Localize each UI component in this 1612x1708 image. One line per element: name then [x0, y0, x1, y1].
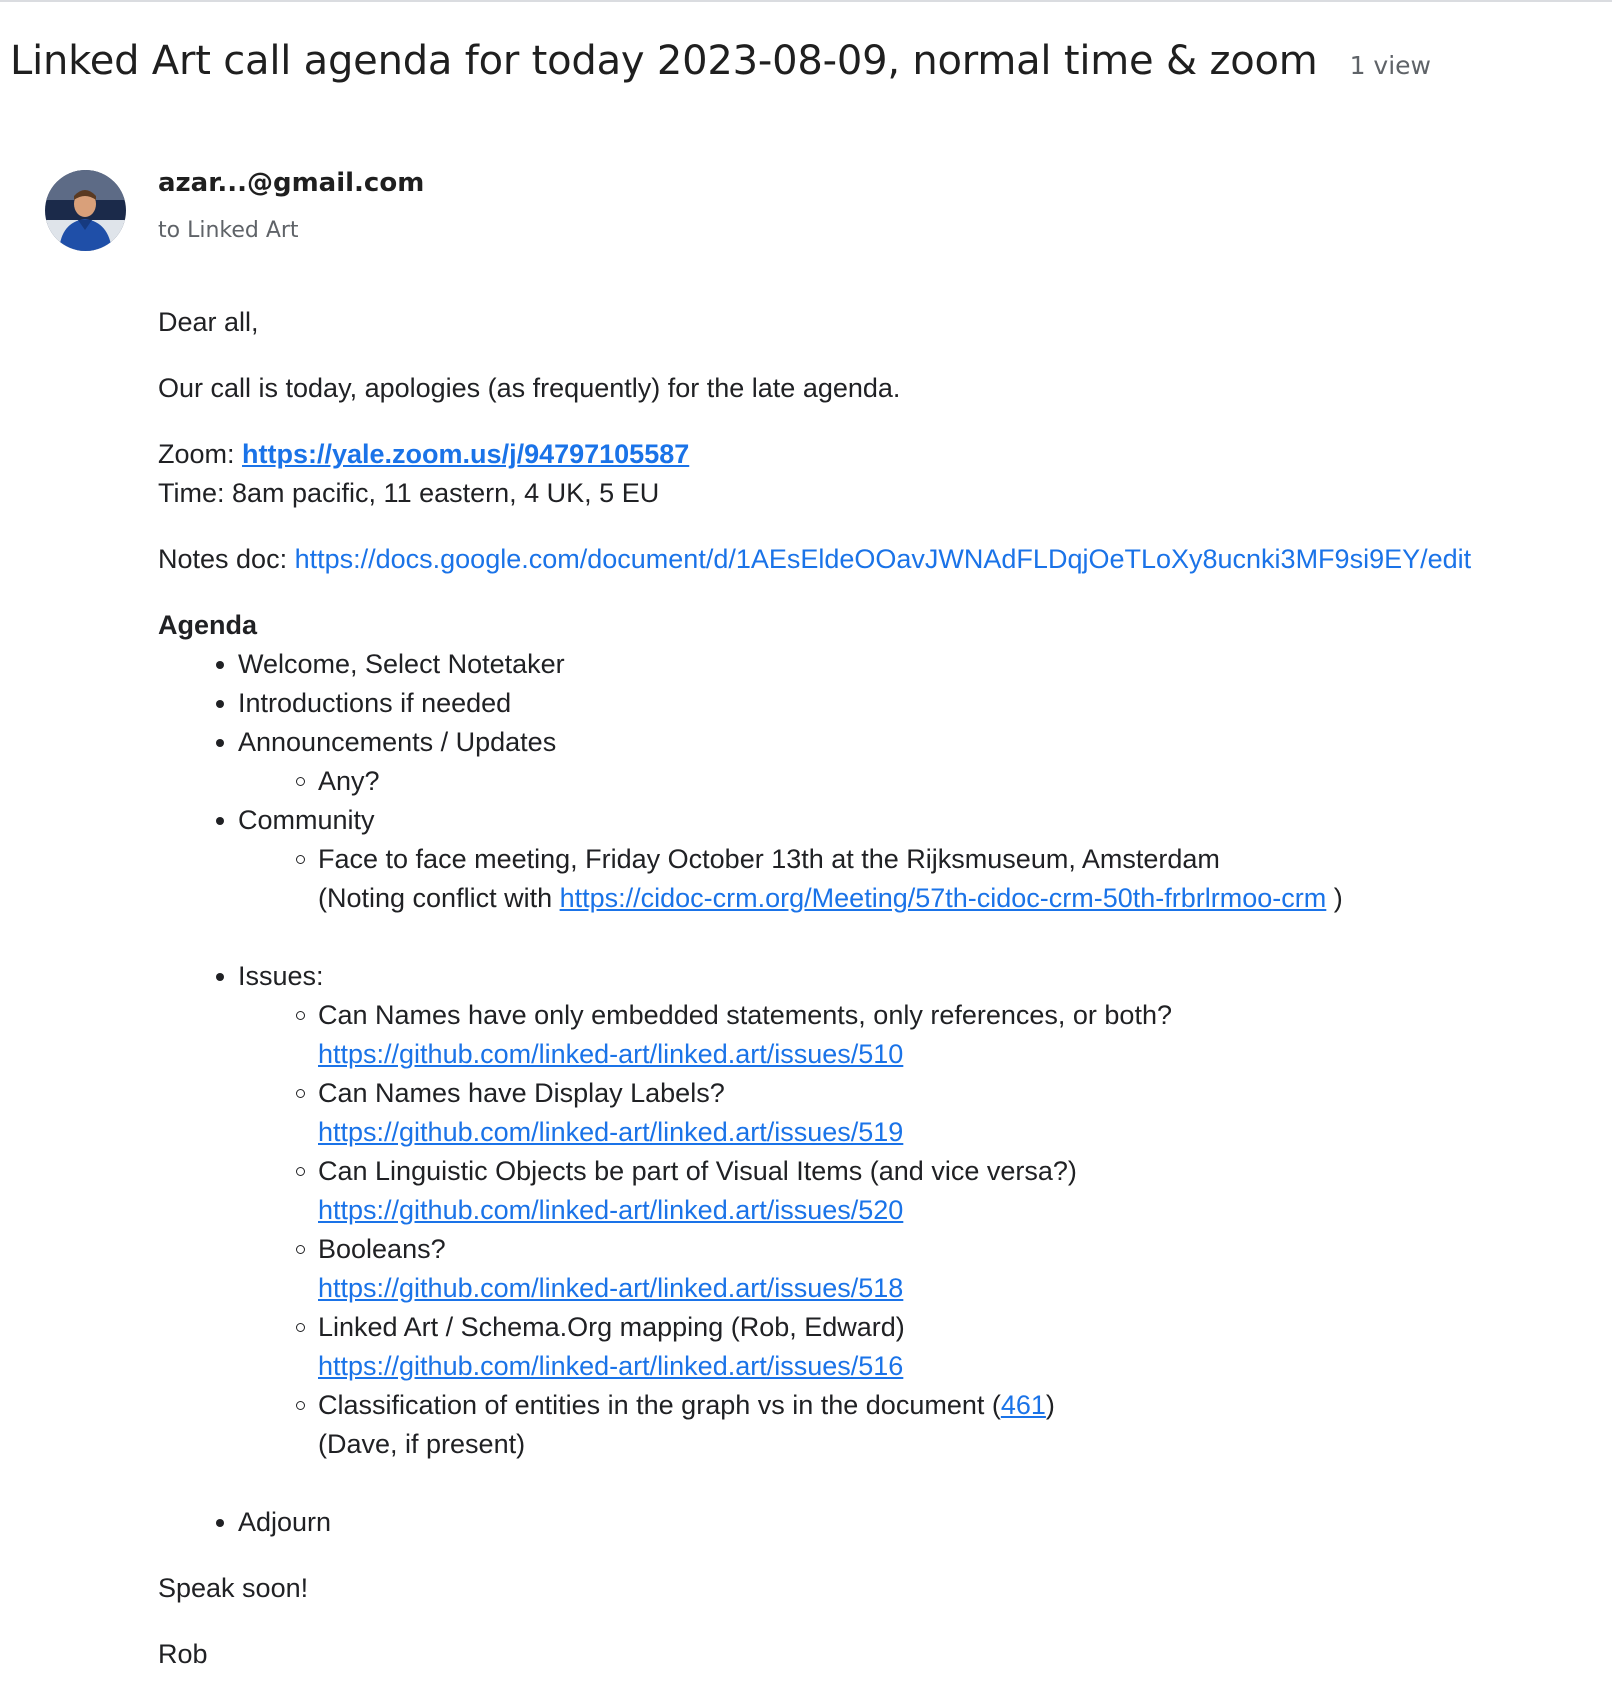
classification-prefix: Classification of entities in the graph …	[318, 1390, 1001, 1420]
subject-row: Linked Art call agenda for today 2023-08…	[10, 38, 1431, 84]
community-label: Community	[238, 805, 375, 835]
conflict-prefix: (Noting conflict with	[318, 883, 560, 913]
list-item: Adjourn	[216, 1503, 1598, 1542]
issue-link[interactable]: https://github.com/linked-art/linked.art…	[318, 1351, 903, 1381]
issue-title: Can Names have Display Labels?	[318, 1078, 725, 1108]
issue-item: Can Names have Display Labels? https://g…	[296, 1074, 1598, 1152]
zoom-link[interactable]: https://yale.zoom.us/j/94797105587	[242, 439, 689, 469]
issue-link[interactable]: https://github.com/linked-art/linked.art…	[318, 1273, 903, 1303]
closing: Speak soon!	[158, 1573, 309, 1603]
sender-email[interactable]: azar...@gmail.com	[158, 168, 424, 198]
issue-title: Booleans?	[318, 1234, 446, 1264]
avatar[interactable]	[45, 170, 126, 251]
announcements-label: Announcements / Updates	[238, 727, 557, 757]
notes-doc-link[interactable]: https://docs.google.com/document/d/1AEsE…	[295, 544, 1472, 574]
conflict-suffix: )	[1326, 883, 1343, 913]
list-item: Face to face meeting, Friday October 13t…	[296, 840, 1598, 918]
email-subject: Linked Art call agenda for today 2023-08…	[10, 38, 1318, 84]
list-item: Welcome, Select Notetaker	[216, 645, 1598, 684]
time-line: Time: 8am pacific, 11 eastern, 4 UK, 5 E…	[158, 478, 660, 508]
issue-item: Linked Art / Schema.Org mapping (Rob, Ed…	[296, 1308, 1598, 1386]
list-item: Issues: Can Names have only embedded sta…	[216, 957, 1598, 1503]
list-item: Any?	[296, 762, 1598, 801]
issue-461-link[interactable]: 461	[1001, 1390, 1046, 1420]
agenda-heading: Agenda	[158, 610, 258, 640]
issue-link[interactable]: https://github.com/linked-art/linked.art…	[318, 1117, 903, 1147]
agenda-list: Welcome, Select Notetaker Introductions …	[158, 645, 1598, 1542]
classification-suffix: )	[1045, 1390, 1055, 1420]
zoom-label: Zoom:	[158, 439, 243, 469]
issue-item: Can Names have only embedded statements,…	[296, 996, 1598, 1074]
issue-item: Booleans? https://github.com/linked-art/…	[296, 1230, 1598, 1308]
message-body: Dear all, Our call is today, apologies (…	[158, 303, 1598, 1674]
issue-link[interactable]: https://github.com/linked-art/linked.art…	[318, 1195, 903, 1225]
notes-line: Notes doc: https://docs.google.com/docum…	[158, 540, 1598, 579]
view-count: 1 view	[1349, 51, 1431, 80]
list-item: Community Face to face meeting, Friday O…	[216, 801, 1598, 957]
cidoc-meeting-link[interactable]: https://cidoc-crm.org/Meeting/57th-cidoc…	[560, 883, 1327, 913]
list-item: Introductions if needed	[216, 684, 1598, 723]
community-sublist: Face to face meeting, Friday October 13t…	[238, 840, 1598, 918]
issue-item: Can Linguistic Objects be part of Visual…	[296, 1152, 1598, 1230]
list-item: Announcements / Updates Any?	[216, 723, 1598, 801]
zoom-line: Zoom: https://yale.zoom.us/j/94797105587	[158, 435, 1598, 474]
top-divider	[0, 0, 1612, 2]
greeting: Dear all,	[158, 307, 259, 337]
issue-item: Classification of entities in the graph …	[296, 1386, 1598, 1464]
issue-link[interactable]: https://github.com/linked-art/linked.art…	[318, 1039, 903, 1069]
issue-title: Linked Art / Schema.Org mapping (Rob, Ed…	[318, 1312, 905, 1342]
intro-paragraph: Our call is today, apologies (as frequen…	[158, 373, 901, 403]
community-meeting-text: Face to face meeting, Friday October 13t…	[318, 844, 1220, 874]
recipient-line[interactable]: to Linked Art	[158, 218, 299, 243]
issues-label: Issues:	[238, 961, 324, 991]
issues-sublist: Can Names have only embedded statements,…	[238, 996, 1598, 1464]
notes-label: Notes doc:	[158, 544, 295, 574]
classification-note: (Dave, if present)	[318, 1429, 526, 1459]
announcements-sublist: Any?	[238, 762, 1598, 801]
issue-title: Can Names have only embedded statements,…	[318, 1000, 1172, 1030]
signature: Rob	[158, 1639, 208, 1669]
issue-title: Can Linguistic Objects be part of Visual…	[318, 1156, 1077, 1186]
avatar-image	[45, 170, 126, 251]
